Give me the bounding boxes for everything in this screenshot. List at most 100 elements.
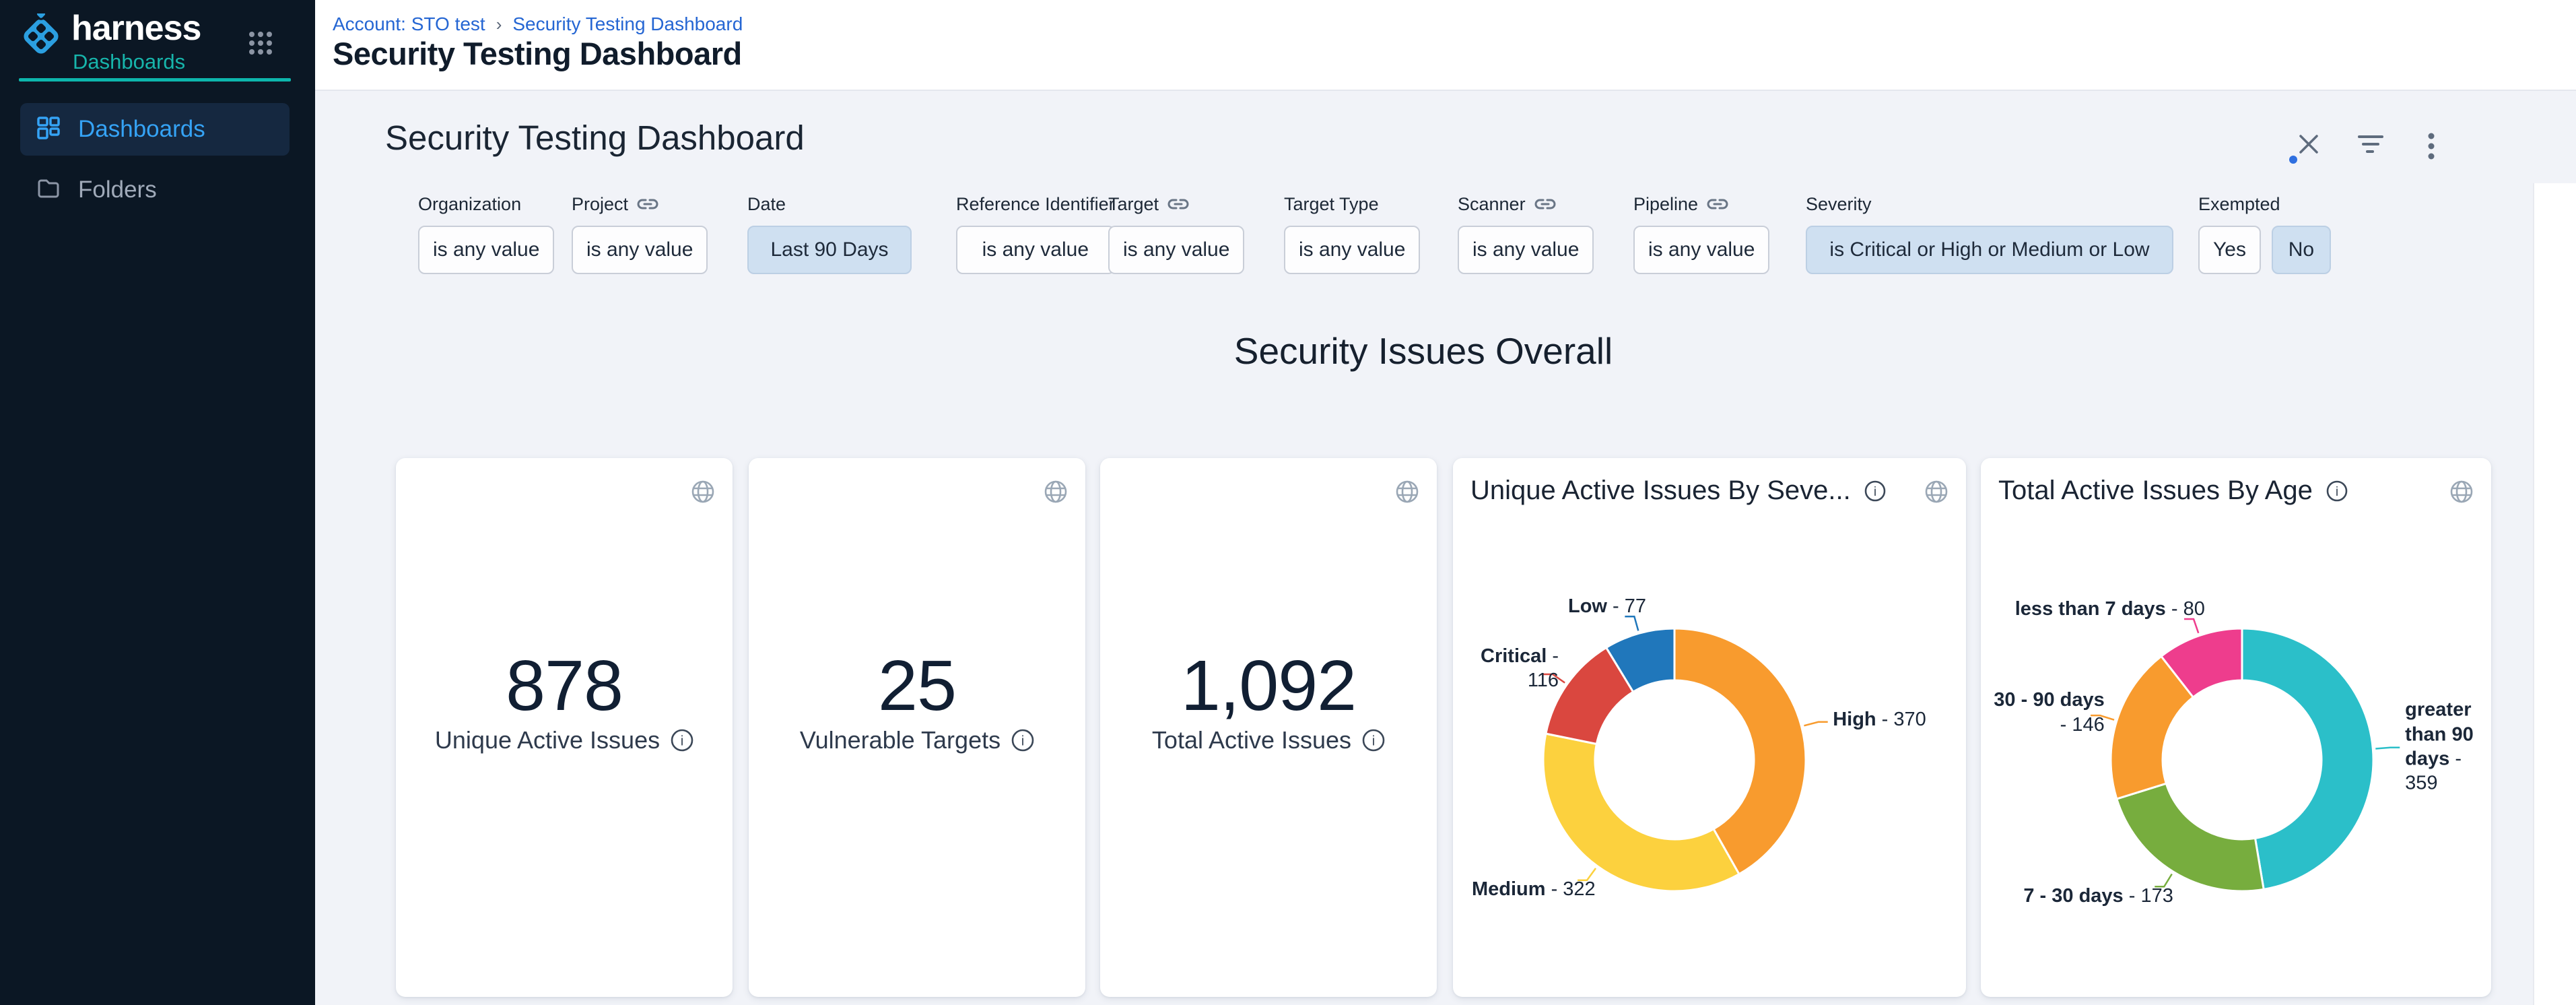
pie-data-label: Medium - 322 (1457, 877, 1596, 901)
pie-data-label: Low - 77 (1457, 594, 1646, 618)
stat-value: 878 (396, 645, 733, 727)
filter-label: Organization (418, 194, 521, 215)
stat-label: Unique Active Issues (435, 726, 660, 754)
filter-label: Target Type (1284, 194, 1379, 215)
filter-value-button[interactable]: Last 90 Days (747, 226, 912, 274)
section-title: Security Issues Overall (315, 329, 2532, 372)
label-connector (2375, 748, 2400, 749)
pie-data-label: 7 - 30 days - 173 (1985, 884, 2173, 908)
stat-label: Vulnerable Targets (800, 726, 1001, 754)
label-connector (1804, 722, 1827, 726)
filter-pipeline: Pipelineis any value (1633, 192, 1769, 274)
stat-card-total-active-issues: 1,092Total Active Issues i (1100, 458, 1437, 997)
filter-value-button[interactable]: is any value (1284, 226, 1420, 274)
page-header: Account: STO test › Security Testing Das… (315, 0, 2576, 91)
info-icon[interactable]: i (1011, 729, 1034, 752)
pie-data-label: Critical - 116 (1457, 644, 1559, 693)
globe-icon[interactable] (1394, 478, 1421, 509)
stat-card-unique-active-issues: 878Unique Active Issues i (396, 458, 733, 997)
svg-text:i: i (1874, 485, 1876, 499)
filter-label: Severity (1806, 194, 1872, 215)
breadcrumb-page-link[interactable]: Security Testing Dashboard (512, 13, 743, 35)
dashboard-title: Security Testing Dashboard (385, 118, 805, 158)
filter-project: Project is any value (572, 192, 708, 274)
link-icon (1534, 197, 1557, 212)
filter-severity: Severity is Critical or High or Medium or… (1806, 192, 2173, 274)
page-title: Security Testing Dashboard (333, 35, 742, 72)
filter-label: Exempted (2198, 194, 2280, 215)
stat-value: 1,092 (1100, 645, 1437, 727)
pie-data-label: High - 370 (1833, 707, 1955, 732)
donut-card-1: Unique Active Issues By Seve... i High - 3… (1453, 458, 1966, 997)
svg-text:i: i (1372, 734, 1376, 748)
pie-data-label: greater than 90 days - 359 (2405, 698, 2480, 796)
filter-value-button[interactable]: is Critical or High or Medium or Low (1806, 226, 2173, 274)
donut-slice-greater-than-90-days[interactable] (2242, 628, 2373, 889)
app-window: harness Dashboards Dashboards (0, 0, 2576, 1005)
filter-exempted: Exempted YesNo (2198, 192, 2331, 274)
filter-value-button[interactable]: is any value (1458, 226, 1594, 274)
stat-card-vulnerable-targets: 25Vulnerable Targets i (749, 458, 1085, 997)
svg-text:i: i (681, 734, 684, 748)
chart-title: Unique Active Issues By Seve... (1470, 476, 1851, 506)
sidebar-item-label: Folders (78, 176, 157, 203)
sidebar: harness Dashboards Dashboards (0, 0, 315, 1005)
filter-label: Scanner (1458, 194, 1526, 215)
info-icon[interactable]: i (2326, 480, 2348, 502)
link-icon (1167, 197, 1190, 212)
dashboard-content: Security Testing Dashboard Organization i… (315, 92, 2576, 1005)
sidebar-item-dashboards[interactable]: Dashboards (20, 103, 290, 156)
filter-reference-identifier: Reference Identifier is any value (956, 192, 1115, 274)
breadcrumb-account-link[interactable]: Account: STO test (333, 13, 485, 35)
filter-value-button[interactable]: is any value (418, 226, 554, 274)
sidebar-item-label: Dashboards (78, 116, 205, 143)
info-icon[interactable]: i (1864, 480, 1886, 502)
sidebar-divider (19, 78, 291, 82)
stat-label: Total Active Issues (1152, 726, 1351, 754)
svg-text:i: i (1021, 734, 1025, 748)
app-grid-icon[interactable] (248, 31, 273, 59)
filter-target: Target is any value (1108, 192, 1244, 274)
kebab-menu-icon[interactable] (2418, 131, 2448, 161)
filter-value-button[interactable]: is any value (1108, 226, 1244, 274)
pie-data-label: 30 - 90 days - 146 (1985, 688, 2105, 737)
filter-label: Target (1108, 194, 1159, 215)
info-icon[interactable]: i (671, 729, 693, 752)
breadcrumb-separator: › (496, 14, 502, 35)
harness-logo-icon (19, 13, 63, 58)
dashboards-icon (36, 116, 61, 143)
label-connector (2184, 619, 2198, 633)
filter-label: Date (747, 194, 786, 215)
close-icon[interactable] (2296, 131, 2326, 161)
info-icon[interactable]: i (1362, 729, 1385, 752)
svg-text:i: i (2336, 485, 2338, 499)
exempted-yes-button[interactable]: Yes (2198, 226, 2261, 274)
filter-value-button[interactable]: is any value (956, 226, 1115, 274)
link-icon (636, 197, 659, 212)
filter-organization: Organization is any value (418, 192, 554, 274)
brand-name: harness (71, 8, 201, 48)
filter-target-type: Target Type is any value (1284, 192, 1420, 274)
folder-icon (36, 176, 61, 204)
donut-slice-7---30-days[interactable] (2117, 783, 2264, 891)
breadcrumb: Account: STO test › Security Testing Das… (333, 13, 743, 35)
exempted-no-button[interactable]: No (2272, 226, 2331, 274)
stat-value: 25 (749, 645, 1085, 727)
filter-label: Reference Identifier (956, 194, 1115, 215)
globe-icon[interactable] (689, 478, 716, 509)
sidebar-item-folders[interactable]: Folders (20, 164, 290, 216)
donut-card-2: Total Active Issues By Age i greater than … (1981, 458, 2491, 997)
link-icon (1706, 197, 1729, 212)
globe-icon[interactable] (1042, 478, 1069, 509)
cursor-dot (2289, 156, 2297, 164)
scrollbar[interactable] (2533, 183, 2576, 1005)
label-connector (1625, 616, 1638, 630)
pie-data-label: less than 7 days - 80 (1985, 597, 2205, 621)
filter-label: Project (572, 194, 628, 215)
filter-value-button[interactable]: is any value (572, 226, 708, 274)
chart-title: Total Active Issues By Age (1998, 476, 2313, 506)
filter-icon[interactable] (2357, 131, 2386, 161)
filter-date: Date Last 90 Days (747, 192, 912, 274)
filter-value-button[interactable]: is any value (1633, 226, 1769, 274)
donut-slice-medium[interactable] (1543, 734, 1739, 891)
